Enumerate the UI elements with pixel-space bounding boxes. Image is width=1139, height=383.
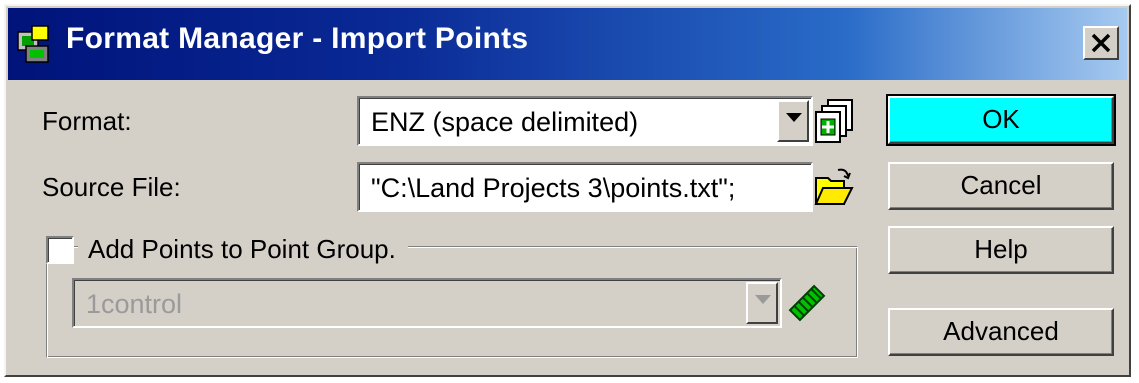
format-select[interactable]: ENZ (space delimited)	[357, 96, 813, 146]
format-manager-dialog: Format Manager - Import Points Format: E…	[4, 4, 1131, 377]
add-to-group-label: Add Points to Point Group.	[88, 234, 396, 264]
source-file-value: "C:\Land Projects 3\points.txt";	[371, 173, 736, 203]
title-bar[interactable]: Format Manager - Import Points	[8, 8, 1127, 80]
advanced-button[interactable]: Advanced	[888, 308, 1114, 356]
format-select-value: ENZ (space delimited)	[371, 107, 639, 137]
point-group-dropdown-button[interactable]	[746, 282, 778, 324]
chevron-down-icon	[786, 113, 802, 122]
point-group-icon	[788, 284, 826, 322]
window-title: Format Manager - Import Points	[66, 22, 529, 55]
point-group-select-value: 1control	[86, 289, 183, 319]
manage-formats-button[interactable]	[814, 98, 854, 144]
manage-formats-icon	[815, 99, 853, 143]
format-label: Format:	[42, 106, 132, 136]
point-group-button[interactable]	[786, 282, 828, 324]
source-file-input[interactable]: "C:\Land Projects 3\points.txt";	[357, 162, 813, 212]
source-file-label: Source File:	[42, 172, 181, 202]
close-icon	[1091, 33, 1111, 53]
chevron-down-icon	[755, 295, 771, 304]
ok-button[interactable]: OK	[886, 94, 1116, 146]
close-button[interactable]	[1083, 26, 1119, 60]
browse-button[interactable]	[814, 166, 854, 208]
point-group-select[interactable]: 1control	[72, 278, 782, 328]
folder-open-icon	[814, 168, 854, 205]
help-button[interactable]: Help	[888, 226, 1114, 274]
format-dropdown-button[interactable]	[777, 100, 809, 142]
format-manager-icon	[16, 24, 60, 64]
cancel-button[interactable]: Cancel	[888, 162, 1114, 210]
add-to-group-checkbox[interactable]	[46, 236, 74, 264]
